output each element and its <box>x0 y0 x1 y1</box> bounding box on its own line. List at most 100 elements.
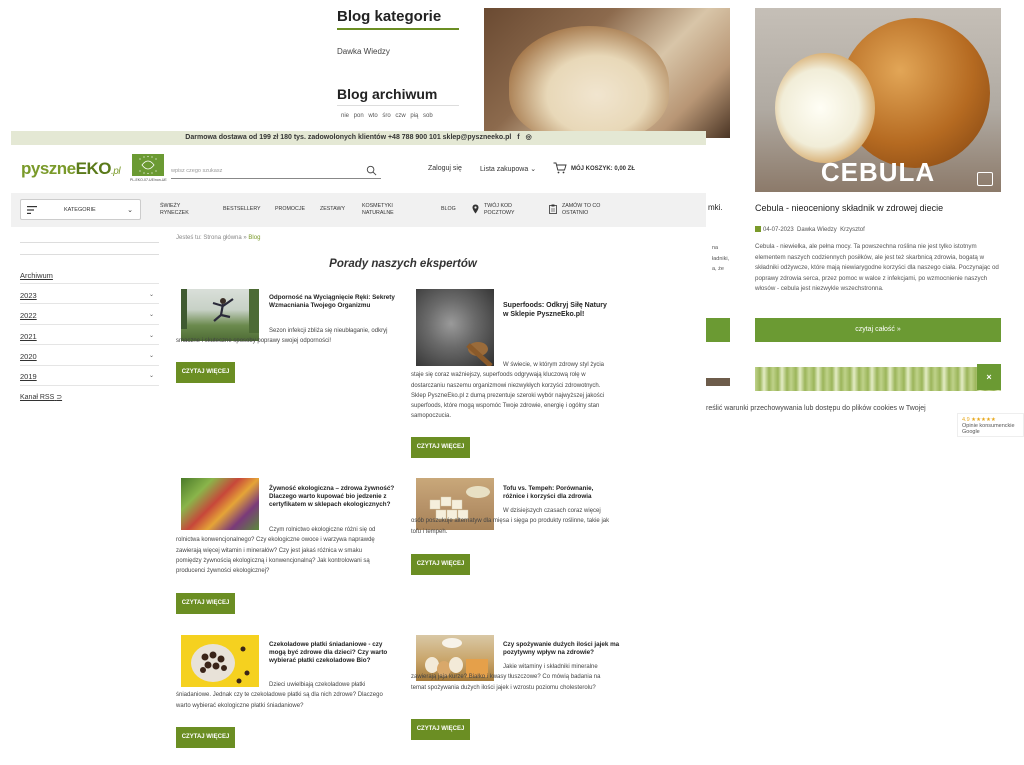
calendar-weekdays: nie pon wto śro czw pią sob <box>341 113 433 119</box>
post-title[interactable]: Odporność na Wyciągnięcie Ręki: Sekrety … <box>269 294 399 310</box>
site-logo[interactable]: pyszneEKO.pl <box>21 159 121 179</box>
divider <box>20 254 159 255</box>
post-image-superfoods[interactable] <box>416 289 494 366</box>
top-info-text: Darmowa dostawa od 199 zł 180 tys. zadow… <box>185 134 512 141</box>
read-more-button[interactable]: CZYTAJ WIĘCEJ <box>411 719 470 740</box>
google-label: Google <box>962 429 980 435</box>
post-image-organic-food[interactable] <box>181 478 259 530</box>
archive-title[interactable]: Archiwum <box>20 271 53 280</box>
menu-icon <box>27 206 37 214</box>
eu-organic-leaf-icon <box>132 154 164 176</box>
nav-item-promocje[interactable]: PROMOCJE <box>275 206 305 213</box>
nav-item-swiezy-ryneczek[interactable]: ŚWIEŻY RYNECZEK <box>160 203 189 216</box>
categories-label: KATEGORIE <box>64 207 96 213</box>
divider <box>20 303 159 304</box>
nav-item-kosmetyki-naturalne[interactable]: KOSMETYKI NATURALNE <box>362 203 394 216</box>
divider <box>337 105 459 106</box>
clipboard-icon <box>549 204 557 214</box>
divider <box>20 385 159 386</box>
rss-link[interactable]: Kanał RSS ⊃ <box>20 393 62 401</box>
bread-loaf <box>509 26 669 138</box>
divider <box>20 365 159 366</box>
read-more-button[interactable]: CZYTAJ WIĘCEJ <box>176 593 235 614</box>
cookies-notice: reślić warunki przechowywania lub dostęp… <box>706 405 926 412</box>
read-more-button[interactable]: CZYTAJ WIĘCEJ <box>176 362 235 383</box>
onion-post-image[interactable]: CEBULA <box>755 8 1001 192</box>
post-excerpt: W świecie, w którym zdrowy styl życia st… <box>411 362 605 420</box>
google-reviews-widget[interactable]: 4.9 ★★★★★ Opinie konsumenckie Google <box>957 413 1024 437</box>
nav-item-zestawy[interactable]: ZESTAWY <box>320 206 345 213</box>
divider <box>337 28 459 30</box>
divider <box>20 324 159 325</box>
breadcrumb-home[interactable]: Strona główna <box>203 235 241 241</box>
post-title[interactable]: Czy spożywanie dużych ilości jajek ma po… <box>503 641 623 657</box>
post-excerpt: Jakie witaminy i składniki mineralne zaw… <box>411 664 601 691</box>
top-info-bar: Darmowa dostawa od 199 zł 180 tys. zadow… <box>11 131 706 145</box>
post-title[interactable]: Czekoladowe płatki śniadaniowe - czy mog… <box>269 641 399 664</box>
nav-item-blog[interactable]: BLOG <box>441 206 456 213</box>
onion-half <box>775 53 875 163</box>
read-more-button[interactable]: CZYTAJ WIĘCEJ <box>411 437 470 458</box>
nav-item-bestsellery[interactable]: BESTSELLERY <box>223 206 261 213</box>
post-title[interactable]: Tofu vs. Tempeh: Porównanie, różnice i k… <box>503 485 613 501</box>
rss-icon: ⊃ <box>56 394 63 401</box>
post-title[interactable]: Superfoods: Odkryj Siłę Natury w Sklepie… <box>503 302 613 319</box>
read-more-button[interactable]: czytaj całość » <box>755 318 1001 342</box>
read-more-button[interactable]: CZYTAJ WIĘCEJ <box>411 554 470 575</box>
bread-post-image[interactable] <box>484 8 730 138</box>
breadcrumb: Jesteś tu: Strona główna » Blog <box>176 235 261 241</box>
nav-item-postal-code[interactable]: TWÓJ KOD POCZTOWY <box>484 203 515 216</box>
login-link[interactable]: Zaloguj się <box>428 165 462 172</box>
image-caption: CEBULA <box>820 157 936 187</box>
post-excerpt: Dzieci uwielbiają czekoladowe płatki śni… <box>176 682 383 709</box>
chevron-down-icon: ⌄ <box>530 166 537 173</box>
post-excerpt: Czym rolnictwo ekologiczne różni się od … <box>176 527 376 575</box>
post-excerpt-fragment: na ładniki, a, że <box>712 245 730 273</box>
page-title: Porady naszych ekspertów <box>329 258 477 270</box>
chevron-down-icon[interactable]: ⌄ <box>149 311 154 318</box>
read-more-button[interactable]: CZYTAJ WIĘCEJ <box>176 727 235 748</box>
close-icon[interactable]: × <box>977 364 1001 390</box>
nav-item-reorder[interactable]: ZAMÓW TO CO OSTATNIO <box>562 203 600 216</box>
chevron-down-icon[interactable]: ⌄ <box>149 352 154 359</box>
cart-total[interactable]: MÓJ KOSZYK: 0,00 ZŁ <box>571 166 635 172</box>
bamboo-post-image[interactable] <box>755 367 1001 391</box>
categories-dropdown[interactable]: KATEGORIE ⌄ <box>20 199 141 220</box>
divider <box>20 242 159 243</box>
onion-post-title[interactable]: Cebula - nieoceniony składnik w zdrowej … <box>755 203 943 213</box>
cart-icon[interactable] <box>553 162 567 174</box>
eu-badge-caption: PL-EKO-07-UE/non-UE <box>130 178 167 182</box>
onion-post-excerpt: Cebula - niewielka, ale pełna mocy. Ta p… <box>755 243 999 293</box>
chevron-down-icon[interactable]: ⌄ <box>149 372 154 379</box>
post-title[interactable]: Żywność ekologiczna – zdrowa żywność? Dl… <box>269 485 399 508</box>
onion-post-meta: 04-07-2023 Dawka Wiedzy Krzysztof <box>755 226 865 233</box>
divider <box>20 344 159 345</box>
browser-window: Darmowa dostawa od 199 zł 180 tys. zadow… <box>11 131 706 765</box>
instagram-icon[interactable]: ◎ <box>526 131 532 145</box>
chevron-down-icon[interactable]: ⌄ <box>149 291 154 298</box>
bio-badge-icon <box>977 172 993 186</box>
archive-year-2020[interactable]: 2020 <box>20 352 37 361</box>
post-excerpt: W dzisiejszych czasach coraz więcej osób… <box>411 508 610 535</box>
divider <box>20 283 159 284</box>
blog-categories-title: Blog kategorie <box>337 8 442 25</box>
archive-year-2021[interactable]: 2021 <box>20 332 37 341</box>
breadcrumb-current: Blog <box>248 235 261 241</box>
blog-archive-title: Blog archiwum <box>337 86 438 102</box>
post-excerpt: Sezon infekcji zbliża się nieubłaganie, … <box>176 328 388 345</box>
category-link-dawka-wiedzy[interactable]: Dawka Wiedzy <box>337 47 390 56</box>
post-title-fragment: mki. <box>708 203 723 212</box>
calendar-icon <box>755 226 761 232</box>
archive-year-2023[interactable]: 2023 <box>20 291 37 300</box>
location-pin-icon <box>472 204 479 214</box>
search-icon[interactable] <box>366 165 377 176</box>
site-header: pyszneEKO.pl PL-EKO-07-UE/non-UE wpisz c… <box>11 145 706 193</box>
shopping-list-dropdown[interactable]: Lista zakupowa ⌄ <box>480 165 536 173</box>
archive-year-2019[interactable]: 2019 <box>20 372 37 381</box>
facebook-icon[interactable]: f <box>517 131 519 145</box>
archive-year-2022[interactable]: 2022 <box>20 311 37 320</box>
post-image[interactable] <box>706 378 730 386</box>
read-more-button[interactable] <box>706 318 730 342</box>
chevron-down-icon[interactable]: ⌄ <box>149 332 154 339</box>
search-input[interactable]: wpisz czego szukasz <box>171 163 381 179</box>
